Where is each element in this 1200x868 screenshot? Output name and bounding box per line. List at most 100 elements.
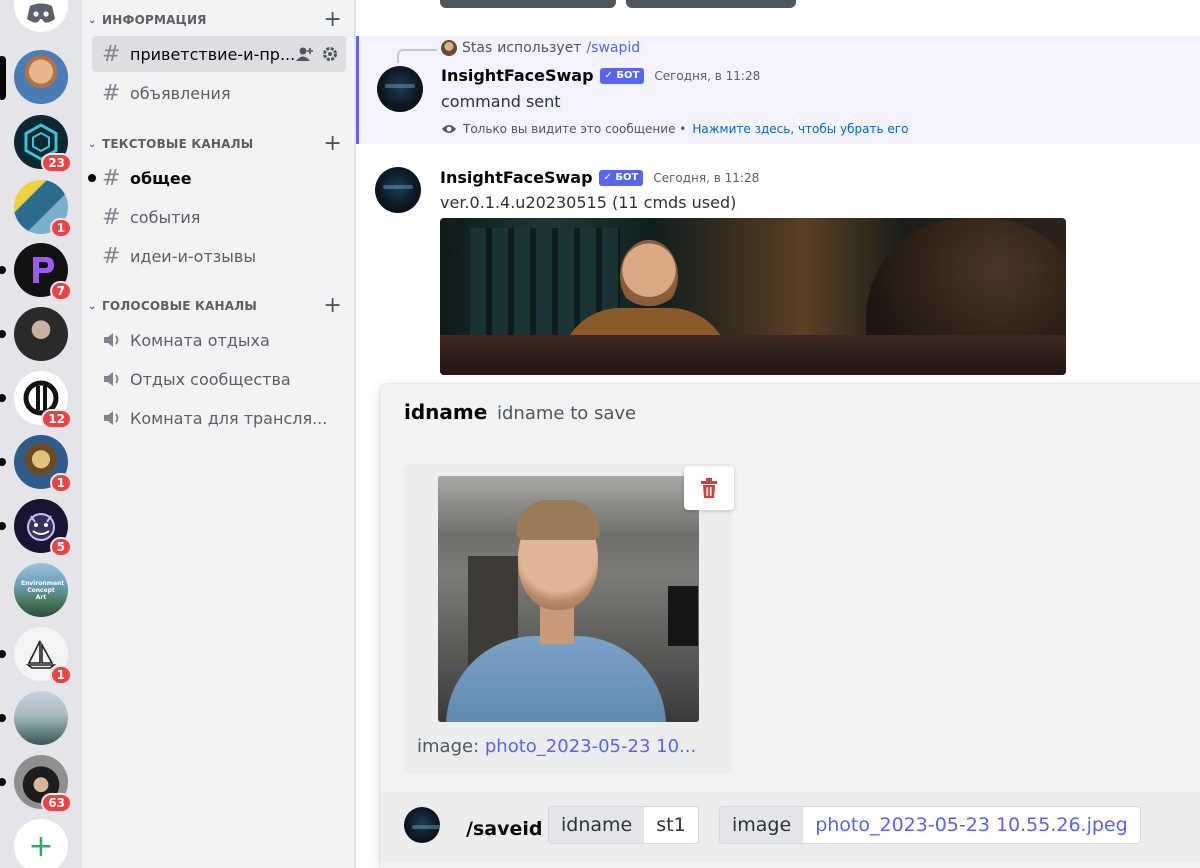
unread-indicator: [0, 650, 6, 658]
server-hooded[interactable]: 63: [14, 755, 72, 813]
selected-server-indicator: [0, 56, 6, 100]
selfie-photo[interactable]: [438, 476, 699, 722]
ephemeral-text: Только вы видите это сообщение •: [463, 122, 687, 136]
server-badge: 1: [49, 473, 72, 493]
purple-p-logo-icon: [33, 257, 54, 283]
toolbar-button[interactable]: [440, 0, 616, 8]
text-channel-icon: #: [102, 41, 121, 67]
slash-command: /saveid: [466, 818, 543, 840]
attachment-filename[interactable]: photo_2023-05-23 10...: [485, 736, 696, 757]
channel-name: события: [130, 207, 201, 227]
message-ephemeral: Stas использует /swapid InsightFaceSwap …: [356, 36, 1200, 144]
bot-badge: ✓ БОТ: [599, 67, 645, 84]
server-arcade[interactable]: 1: [14, 180, 72, 238]
reply-reference[interactable]: Stas использует /swapid: [397, 40, 640, 63]
unread-indicator: [88, 174, 96, 182]
category-label: ГОЛОСОВЫЕ КАНАЛЫ: [102, 299, 258, 313]
server-hex[interactable]: 23: [14, 115, 72, 173]
unread-indicator: [0, 266, 6, 274]
unread-indicator: [0, 458, 6, 466]
channel-greeting[interactable]: # приветствие-и-пр...: [92, 36, 346, 72]
sailboat-icon: [25, 640, 57, 669]
photo-neck: [540, 604, 574, 644]
server-mona-lisa[interactable]: 1: [14, 435, 72, 493]
voice-channel-lounge[interactable]: Комната отдыха: [92, 322, 346, 358]
server-sailboat[interactable]: 1: [14, 627, 72, 685]
server-badge: 23: [41, 153, 72, 173]
toolbar-button[interactable]: [626, 0, 796, 8]
channel-name: Комната отдыха: [130, 330, 270, 350]
bot-avatar[interactable]: [377, 66, 423, 112]
attachment-label: image: photo_2023-05-23 10...: [417, 736, 696, 757]
image-sofa: [440, 335, 1066, 375]
option-name: idname: [404, 400, 488, 424]
unread-indicator: [0, 330, 6, 338]
dismiss-message-link[interactable]: Нажмите здесь, чтобы убрать его: [692, 122, 908, 136]
server-badge: 5: [49, 537, 72, 557]
add-channel-icon[interactable]: +: [323, 295, 342, 317]
channel-sidebar: ⌄ ИНФОРМАЦИЯ + # приветствие-и-пр... # о…: [82, 0, 354, 868]
photo-hair: [516, 500, 600, 540]
add-server-button[interactable]: +: [14, 819, 68, 868]
server-rail: 23 1 7 12 1 5 Environment Concept Art 1 …: [0, 0, 82, 868]
bot-avatar: [404, 807, 440, 843]
chevron-down-icon: ⌄: [88, 300, 97, 312]
voice-channel-community[interactable]: Отдых сообщества: [92, 361, 346, 397]
author-name[interactable]: InsightFaceSwap: [440, 168, 593, 187]
channel-general[interactable]: # общее: [88, 160, 346, 196]
server-environment-concept-art[interactable]: Environment Concept Art: [14, 563, 68, 617]
server-badge: 1: [49, 665, 72, 685]
category-label: ИНФОРМАЦИЯ: [102, 13, 207, 27]
discord-home-button[interactable]: [14, 0, 68, 32]
server-m-logo[interactable]: 12: [14, 371, 72, 429]
unread-indicator: [0, 714, 6, 722]
voice-channel-stream[interactable]: Комната для трансля...: [92, 400, 346, 436]
unread-indicator: [0, 778, 6, 786]
speaker-icon: [102, 370, 130, 388]
message-image-attachment[interactable]: [440, 218, 1066, 375]
unread-indicator: [0, 522, 6, 530]
speaker-icon: [102, 331, 130, 349]
image-figure: [620, 240, 678, 312]
trash-icon: [701, 478, 717, 498]
server-landscape[interactable]: [14, 691, 68, 745]
server-dark-portrait[interactable]: [14, 307, 68, 361]
photo-tv: [668, 586, 698, 646]
invite-user-icon[interactable]: [296, 46, 314, 62]
channel-ideas-feedback[interactable]: # идеи-и-отзывы: [92, 238, 346, 274]
param-value[interactable]: photo_2023-05-23 10.55.26.jpeg: [803, 807, 1140, 843]
command-options-panel: idname idname to save image: photo_2023-…: [380, 384, 1200, 868]
message-text: ver.0.1.4.u20230515 (11 cmds used): [440, 193, 737, 212]
category-information[interactable]: ⌄ ИНФОРМАЦИЯ +: [88, 9, 342, 31]
gear-icon[interactable]: [322, 46, 338, 62]
server-badge: 12: [41, 409, 72, 429]
message-header: InsightFaceSwap ✓ БОТ Сегодня, в 11:28: [441, 66, 760, 85]
channel-name: Отдых сообщества: [130, 369, 291, 389]
param-chip-idname[interactable]: idname st1: [548, 806, 699, 844]
reply-spine: [397, 49, 437, 63]
reply-command[interactable]: /swapid: [586, 40, 640, 56]
attachment-key: image:: [417, 736, 480, 757]
timestamp: Сегодня, в 11:28: [654, 68, 761, 83]
discord-logo-icon: [27, 3, 55, 23]
text-channel-icon: #: [102, 165, 121, 191]
add-channel-icon[interactable]: +: [323, 9, 342, 31]
text-channel-icon: #: [102, 243, 121, 269]
image-attachment-preview: image: photo_2023-05-23 10...: [404, 464, 734, 774]
remove-attachment-button[interactable]: [684, 466, 734, 510]
server-devil-face[interactable]: 5: [14, 499, 72, 557]
server-purple-p[interactable]: 7: [14, 243, 72, 301]
param-key: idname: [549, 807, 645, 843]
server-caption: Environment Concept Art: [21, 579, 65, 601]
server-portrait-man[interactable]: [14, 50, 68, 104]
category-text-channels[interactable]: ⌄ ТЕКСТОВЫЕ КАНАЛЫ +: [88, 133, 342, 155]
category-voice-channels[interactable]: ⌄ ГОЛОСОВЫЕ КАНАЛЫ +: [88, 295, 342, 317]
reply-avatar: [441, 40, 457, 56]
param-value[interactable]: st1: [644, 807, 697, 843]
channel-events[interactable]: # события: [92, 199, 346, 235]
add-channel-icon[interactable]: +: [323, 133, 342, 155]
param-chip-image[interactable]: image photo_2023-05-23 10.55.26.jpeg: [719, 806, 1141, 844]
channel-announcements[interactable]: # объявления: [92, 75, 346, 111]
author-name[interactable]: InsightFaceSwap: [441, 66, 594, 85]
bot-avatar[interactable]: [375, 167, 421, 213]
